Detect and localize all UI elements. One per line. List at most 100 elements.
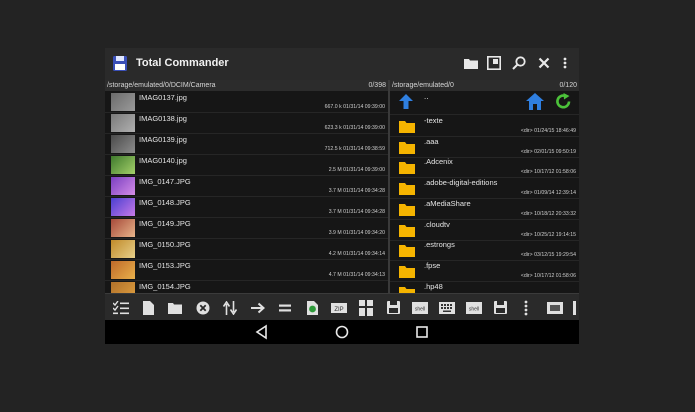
copy-to-other-panel-button[interactable] xyxy=(248,298,268,317)
folder-row[interactable]: .Adcenix <dir> 10/17/12 01:58:06 xyxy=(390,156,579,179)
file-row[interactable]: IMAG0140.jpg 2.5 M 01/31/14 09:39:00 xyxy=(105,154,388,176)
folder-row[interactable]: .aaa <dir> 02/01/15 09:50:19 xyxy=(390,136,579,158)
file-name: IMAG0138.jpg xyxy=(139,114,187,123)
folder-type: <dir> xyxy=(520,210,533,217)
left-path-bar[interactable]: /storage/emulated/0/DCIM/Camera 0/398 xyxy=(105,80,388,91)
equal-panels-button[interactable] xyxy=(275,298,295,317)
file-row[interactable]: IMG_0149.JPG 3.9 M 01/31/14 09:34:20 xyxy=(105,217,388,239)
floppy-disk-icon xyxy=(386,301,400,314)
file-row[interactable]: IMAG0138.jpg 623.3 k 01/31/14 09:39:00 xyxy=(105,112,388,134)
right-selection-count: 0/120 xyxy=(559,82,577,89)
recent-apps-icon[interactable] xyxy=(414,324,430,340)
save-as-button[interactable] xyxy=(490,298,510,317)
folder-name: .adobe-digital-editions xyxy=(424,178,498,188)
folder-name: .estrongs xyxy=(424,240,455,250)
image-thumbnail xyxy=(111,219,135,237)
file-row[interactable]: IMG_0148.JPG 3.7 M 01/31/14 09:34:28 xyxy=(105,196,388,218)
file-row[interactable]: IMAG0137.jpg 667.0 k 01/31/14 09:39:00 xyxy=(105,91,388,113)
file-size: 667.0 k xyxy=(324,104,342,110)
refresh-icon[interactable] xyxy=(555,93,572,110)
more-vertical-icon xyxy=(524,300,528,315)
right-path-bar[interactable]: /storage/emulated/0 0/120 xyxy=(390,80,579,91)
folder-icon xyxy=(399,286,415,293)
file-date: 01/31/14 xyxy=(343,209,364,215)
swap-panels-icon xyxy=(547,301,563,314)
folder-time: 01:58:06 xyxy=(555,169,576,176)
delete-button[interactable] xyxy=(193,298,213,317)
shell-button[interactable]: shell xyxy=(410,298,430,317)
folder-name: .hp48 xyxy=(424,281,443,291)
folder-time: 09:50:19 xyxy=(555,148,576,155)
multi-rename-icon xyxy=(359,299,373,316)
select-window-button[interactable] xyxy=(486,55,502,71)
shell-button-2[interactable]: shell xyxy=(464,298,484,317)
equals-icon xyxy=(279,304,291,311)
select-files-button[interactable] xyxy=(111,298,131,317)
folder-date: 10/17/12 xyxy=(534,169,555,176)
image-thumbnail xyxy=(111,240,135,258)
file-time: 09:34:28 xyxy=(364,209,385,215)
file-row[interactable]: IMAG0139.jpg 712.5 k 01/31/14 09:38:59 xyxy=(105,133,388,155)
save-button[interactable] xyxy=(383,298,403,317)
app-title: Total Commander xyxy=(136,57,229,69)
folder-time: 01:58:06 xyxy=(555,272,576,279)
parent-directory-row[interactable]: .. xyxy=(390,91,579,115)
file-row[interactable]: IMG_0154.JPG4.7 M 01/31/14 09:34:12 xyxy=(105,280,388,293)
button-bar: ZIP shell shell xyxy=(105,293,579,321)
file-row[interactable]: IMG_0153.JPG 4.7 M 01/31/14 09:34:13 xyxy=(105,259,388,281)
floppy-disk-icon xyxy=(493,301,507,314)
toolbar-scroll-indicator[interactable] xyxy=(569,298,579,317)
file-row[interactable]: IMG_0147.JPG 3.7 M 01/31/14 09:34:28 xyxy=(105,175,388,197)
search-button[interactable] xyxy=(511,55,527,71)
file-time: 09:38:59 xyxy=(364,146,385,152)
shell-icon: shell xyxy=(466,301,482,314)
folder-row[interactable]: .aMediaShare <dir> 10/18/12 20:33:32 xyxy=(390,198,579,220)
folder-date: 02/01/15 xyxy=(534,148,555,155)
folder-time: 12:39:14 xyxy=(555,190,576,197)
folder-meta: <dir> 02/01/15 09:50:19 xyxy=(521,149,576,155)
new-file-button[interactable] xyxy=(138,298,158,317)
image-thumbnail xyxy=(111,156,135,174)
right-file-panel[interactable]: /storage/emulated/0 0/120 .. -texte <dir>… xyxy=(390,80,579,293)
new-folder-button[interactable] xyxy=(463,55,479,71)
home-nav-icon[interactable] xyxy=(334,324,350,340)
file-info-button[interactable] xyxy=(302,298,322,317)
left-file-panel[interactable]: /storage/emulated/0/DCIM/Camera 0/398 IM… xyxy=(105,80,388,293)
folder-row[interactable]: .cloudtv <dir> 10/25/12 19:14:15 xyxy=(390,219,579,241)
panel-swap-button[interactable] xyxy=(545,298,565,317)
image-thumbnail xyxy=(111,177,135,195)
file-time: 09:39:00 xyxy=(364,104,385,110)
file-icon xyxy=(142,300,154,315)
more-toolbar-button[interactable] xyxy=(516,298,536,317)
file-row[interactable]: IMG_0150.JPG 4.2 M 01/31/14 09:34:14 xyxy=(105,238,388,260)
folder-type: <dir> xyxy=(520,148,533,155)
multi-rename-button[interactable] xyxy=(356,298,376,317)
file-size: 712.5 k xyxy=(324,146,342,152)
arrow-right-icon xyxy=(251,302,265,313)
folder-row[interactable]: -texte <dir> 01/24/15 18:46:49 xyxy=(390,115,579,137)
folder-type: <dir> xyxy=(520,272,533,279)
new-folder-toolbar-button[interactable] xyxy=(165,298,185,317)
home-icon[interactable] xyxy=(526,93,544,110)
folder-time: 18:46:49 xyxy=(555,128,576,134)
folder-row[interactable]: .fpse <dir> 10/17/12 01:58:06 xyxy=(390,260,579,282)
zip-button[interactable]: ZIP xyxy=(329,298,349,317)
file-time: 09:39:00 xyxy=(364,167,385,173)
folder-row[interactable]: .estrongs <dir> 03/12/15 19:29:54 xyxy=(390,239,579,262)
folder-meta: <dir> 10/18/12 20:33:32 xyxy=(521,211,576,217)
file-time: 09:34:14 xyxy=(364,251,385,257)
file-date: 01/31/14 xyxy=(343,125,364,131)
overflow-menu-button[interactable] xyxy=(557,55,573,71)
folder-date: 03/12/15 xyxy=(534,252,555,259)
folder-row[interactable]: .adobe-digital-editions <dir> 01/09/14 12… xyxy=(390,177,579,200)
folder-meta: <dir> 10/17/12 01:58:06 xyxy=(521,169,576,175)
back-icon[interactable] xyxy=(254,324,270,340)
keyboard-button[interactable] xyxy=(437,298,457,317)
sort-button[interactable] xyxy=(220,298,240,317)
folder-row[interactable]: .hp48<dir> 04/15/13 18:40:31 xyxy=(390,281,579,293)
left-path: /storage/emulated/0/DCIM/Camera xyxy=(107,82,216,89)
folder-icon xyxy=(399,245,415,258)
close-button[interactable] xyxy=(536,55,552,71)
folder-meta: <dir> 10/25/12 19:14:15 xyxy=(521,232,576,238)
folder-name: -texte xyxy=(424,116,443,125)
